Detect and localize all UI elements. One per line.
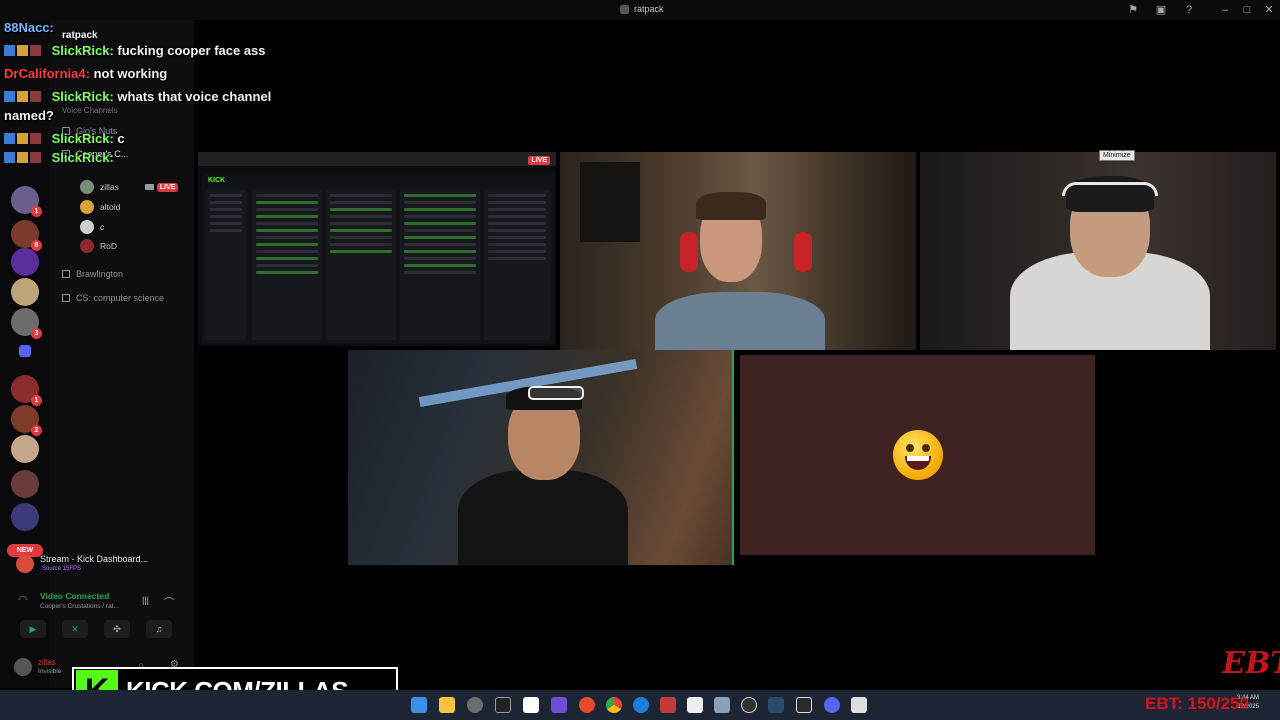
purple-app-icon[interactable] bbox=[579, 697, 595, 713]
activities-button[interactable]: ✣ bbox=[104, 620, 130, 638]
live-badge: LIVE bbox=[528, 156, 550, 165]
ebt-logo: EBT bbox=[1218, 646, 1280, 681]
avatar bbox=[80, 220, 94, 234]
close-button[interactable]: ✕ bbox=[1262, 3, 1276, 17]
webcam-tile[interactable] bbox=[560, 152, 916, 350]
server-icon[interactable]: 3 bbox=[11, 308, 42, 339]
notepad-icon[interactable] bbox=[714, 697, 730, 713]
file-explorer-icon[interactable] bbox=[439, 697, 455, 713]
snip-icon[interactable] bbox=[851, 697, 867, 713]
signal-icon: ◠ bbox=[18, 594, 28, 606]
server-icon[interactable] bbox=[11, 503, 39, 531]
noise-icon[interactable]: ||| bbox=[142, 595, 149, 605]
person-body bbox=[458, 470, 628, 565]
avatar bbox=[80, 180, 94, 194]
connection-path: Cooper's Crustations / rat... bbox=[40, 603, 119, 610]
camera-icon bbox=[144, 184, 154, 190]
stream-quality: Source 15FPS bbox=[42, 566, 82, 572]
connection-status[interactable]: Video Connected bbox=[40, 591, 109, 601]
minimize-tooltip: Minimize bbox=[1099, 150, 1135, 161]
acoustic-panel bbox=[580, 162, 640, 242]
kick-logo: KICK bbox=[208, 177, 226, 184]
headphone-right bbox=[794, 232, 812, 272]
channel-item[interactable]: Brawlington bbox=[62, 269, 123, 279]
taskbar bbox=[0, 690, 1280, 720]
folder-icon[interactable] bbox=[19, 345, 31, 357]
user-status: Invisible bbox=[38, 668, 62, 675]
app-icon[interactable] bbox=[551, 697, 567, 713]
media-icon[interactable] bbox=[741, 697, 757, 713]
edge-icon[interactable] bbox=[633, 697, 649, 713]
avatar[interactable] bbox=[14, 658, 32, 676]
server-icon bbox=[620, 4, 629, 14]
minimize-button[interactable]: – bbox=[1218, 3, 1232, 17]
server-icon[interactable]: 1 bbox=[11, 186, 42, 217]
camera-button[interactable]: ▶ bbox=[20, 620, 46, 638]
chrome-icon bbox=[16, 555, 34, 573]
screen-share-tile[interactable]: LIVE KICK bbox=[198, 152, 556, 346]
discord-icon[interactable] bbox=[824, 697, 840, 713]
person-hair bbox=[696, 192, 766, 220]
server-icon[interactable]: 2 bbox=[11, 405, 42, 436]
laughing-emoji-icon bbox=[893, 430, 943, 480]
capcut-icon[interactable] bbox=[495, 697, 511, 713]
disconnect-icon[interactable]: ⌒ bbox=[164, 594, 174, 609]
headphone-left bbox=[680, 232, 698, 272]
speaker-icon bbox=[62, 294, 70, 302]
person-body bbox=[655, 292, 825, 350]
sunglasses bbox=[528, 386, 584, 400]
stream-title: Stream - Kick Dashboard... bbox=[40, 554, 149, 564]
server-icon[interactable] bbox=[11, 278, 39, 306]
ebt-counter: EBT: 150/250 bbox=[1145, 694, 1249, 713]
inbox-icon[interactable]: ⚑ bbox=[1126, 3, 1140, 17]
voice-connection-panel: ◠ Video Connected Cooper's Crustations /… bbox=[10, 588, 186, 644]
server-icon[interactable]: 1 bbox=[11, 375, 42, 406]
avatar bbox=[80, 200, 94, 214]
browser-icon[interactable] bbox=[523, 697, 539, 713]
user-name: zillas bbox=[38, 658, 56, 667]
obs-icon[interactable] bbox=[687, 697, 703, 713]
live-badge: LIVE bbox=[156, 182, 179, 192]
stream-panel[interactable]: Stream - Kick Dashboard... Source 15FPS bbox=[10, 548, 186, 578]
screen-icon[interactable]: ▣ bbox=[1154, 3, 1168, 17]
help-icon[interactable]: ? bbox=[1182, 3, 1196, 17]
screen-share-button[interactable]: ✕ bbox=[62, 620, 88, 638]
browser-tabs bbox=[198, 152, 556, 166]
stream-chat-overlay: 88Nacc: SlickRick: fucking cooper face a… bbox=[4, 16, 304, 169]
server-icon[interactable]: 8 bbox=[11, 220, 42, 251]
chat-message: 88Nacc: bbox=[4, 20, 54, 35]
chat-message: DrCalifornia4: not working bbox=[4, 66, 168, 81]
soundboard-button[interactable]: ♫ bbox=[146, 620, 172, 638]
next-icon[interactable] bbox=[660, 697, 676, 713]
headphones bbox=[1062, 182, 1158, 196]
chrome-icon[interactable] bbox=[606, 697, 622, 713]
start-icon[interactable] bbox=[411, 697, 427, 713]
webcam-tile-speaking[interactable] bbox=[348, 350, 734, 565]
chat-message: SlickRick: fucking cooper face ass bbox=[4, 39, 304, 62]
avatar bbox=[80, 239, 94, 253]
maximize-button[interactable]: □ bbox=[1240, 3, 1254, 17]
kick-dashboard: KICK bbox=[202, 174, 554, 344]
chat-message-continued: named? bbox=[4, 108, 54, 123]
channel-item[interactable]: CS: computer science bbox=[62, 293, 164, 303]
steam-icon[interactable] bbox=[467, 697, 483, 713]
steam-icon-2[interactable] bbox=[768, 697, 784, 713]
webcam-tile[interactable] bbox=[920, 152, 1276, 350]
server-icon[interactable] bbox=[11, 470, 39, 498]
server-icon[interactable] bbox=[11, 248, 39, 276]
window-title: ratpack bbox=[620, 4, 664, 14]
epic-icon[interactable] bbox=[796, 697, 812, 713]
speaker-icon bbox=[62, 270, 70, 278]
server-icon[interactable] bbox=[11, 435, 39, 463]
